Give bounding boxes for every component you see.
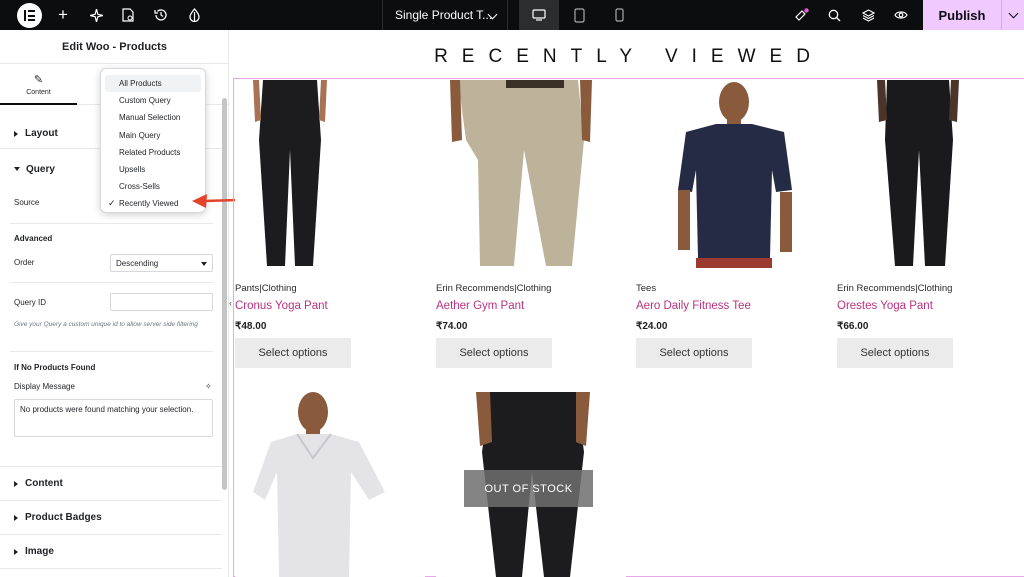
ai-sparkle-icon[interactable] bbox=[86, 0, 106, 30]
add-element-icon[interactable]: + bbox=[53, 0, 73, 30]
display-message-label: Display Message bbox=[14, 382, 75, 391]
dropdown-option[interactable]: Custom Query bbox=[101, 92, 205, 109]
product-name[interactable]: Aero Daily Fitness Tee bbox=[636, 300, 751, 312]
ai-sparkle-icon[interactable]: ✧ bbox=[205, 382, 212, 391]
panel-title: Edit Woo - Products bbox=[0, 30, 229, 64]
section-image[interactable]: Image bbox=[0, 535, 222, 569]
section-product-badges[interactable]: Product Badges bbox=[0, 501, 222, 535]
publish-options-button[interactable] bbox=[1001, 0, 1024, 30]
pencil-icon: ✎ bbox=[33, 73, 44, 86]
structure-layers-icon[interactable] bbox=[858, 0, 878, 30]
dropdown-option[interactable]: Upsells bbox=[101, 161, 205, 178]
product-name[interactable]: Orestes Yoga Pant bbox=[837, 300, 933, 312]
caret-right-icon bbox=[14, 130, 18, 137]
product-image[interactable] bbox=[235, 392, 425, 577]
select-options-button[interactable]: Select options bbox=[636, 338, 752, 368]
product-price: ₹48.00 bbox=[235, 321, 267, 332]
product-card: Pants|Clothing Cronus Yoga Pant ₹48.00 S… bbox=[235, 80, 425, 370]
product-price: ₹74.00 bbox=[436, 321, 468, 332]
dropdown-option[interactable]: All Products bbox=[105, 75, 201, 93]
caret-right-icon bbox=[14, 548, 18, 555]
elementor-logo-icon[interactable] bbox=[17, 3, 42, 28]
product-category: Erin Recommends|Clothing bbox=[436, 283, 552, 294]
history-icon[interactable] bbox=[151, 0, 171, 30]
tab-content[interactable]: ✎ Content bbox=[0, 65, 77, 105]
order-label: Order bbox=[14, 258, 35, 267]
product-price: ₹66.00 bbox=[837, 321, 869, 332]
search-icon[interactable] bbox=[824, 0, 844, 30]
section-content-label: Content bbox=[25, 478, 63, 489]
no-products-heading: If No Products Found bbox=[14, 363, 96, 372]
order-select[interactable]: Descending bbox=[110, 254, 213, 272]
select-options-button[interactable]: Select options bbox=[436, 338, 552, 368]
display-message-textarea[interactable]: No products were found matching your sel… bbox=[14, 399, 213, 437]
product-category: Pants|Clothing bbox=[235, 283, 297, 294]
product-name[interactable]: Cronus Yoga Pant bbox=[235, 300, 328, 312]
divider bbox=[10, 351, 213, 352]
chevron-down-icon bbox=[1008, 8, 1018, 18]
product-category: Tees bbox=[636, 283, 657, 294]
product-card: Erin Recommends|Clothing Aether Gym Pant… bbox=[436, 80, 626, 370]
dropdown-option[interactable]: Manual Selection bbox=[101, 109, 205, 126]
source-label: Source bbox=[14, 198, 40, 207]
section-layout-label: Layout bbox=[25, 128, 58, 139]
dropdown-option[interactable]: Main Query bbox=[101, 127, 205, 144]
checkmark-icon: ✓ bbox=[108, 198, 116, 209]
document-selector[interactable]: Single Product T... bbox=[382, 0, 508, 30]
preview-eye-icon[interactable] bbox=[891, 0, 911, 30]
caret-down-icon bbox=[201, 262, 207, 266]
product-card: Erin Recommends|Clothing Orestes Yoga Pa… bbox=[837, 80, 1024, 370]
out-of-stock-badge: OUT OF STOCK bbox=[464, 470, 593, 507]
divider bbox=[10, 282, 213, 283]
caret-right-icon bbox=[14, 514, 18, 521]
section-badges-label: Product Badges bbox=[25, 512, 102, 523]
product-image[interactable] bbox=[636, 80, 826, 268]
product-card: Tees Aero Daily Fitness Tee ₹24.00 Selec… bbox=[636, 80, 826, 370]
section-image-label: Image bbox=[25, 546, 54, 557]
collapse-panel-icon[interactable]: ‹ bbox=[229, 298, 232, 308]
notifications-icon[interactable] bbox=[790, 0, 812, 30]
caret-right-icon bbox=[14, 480, 18, 487]
product-name[interactable]: Aether Gym Pant bbox=[436, 300, 524, 312]
panel-scrollbar[interactable] bbox=[222, 98, 227, 490]
section-content[interactable]: Content bbox=[0, 467, 222, 501]
divider bbox=[10, 223, 213, 224]
section-query-label: Query bbox=[26, 163, 55, 175]
query-id-label: Query ID bbox=[14, 298, 47, 307]
product-price: ₹24.00 bbox=[636, 321, 668, 332]
advanced-heading: Advanced bbox=[14, 234, 53, 243]
tab-content-label: Content bbox=[26, 88, 51, 96]
product-category: Erin Recommends|Clothing bbox=[837, 283, 953, 294]
top-bar: + Single Product T... Publish bbox=[0, 0, 1024, 30]
document-title: Single Product T... bbox=[395, 8, 493, 22]
order-value: Descending bbox=[116, 258, 159, 268]
product-image[interactable] bbox=[235, 80, 425, 268]
product-image[interactable] bbox=[436, 80, 626, 268]
publish-button[interactable]: Publish bbox=[923, 0, 1001, 30]
desktop-view-icon[interactable] bbox=[519, 0, 559, 30]
query-id-input[interactable] bbox=[110, 293, 213, 311]
caret-down-icon bbox=[14, 167, 20, 171]
section-heading: RECENTLY VIEWED bbox=[434, 46, 824, 67]
page-settings-icon[interactable] bbox=[118, 0, 138, 30]
dropdown-option[interactable]: Related Products bbox=[101, 144, 205, 161]
select-options-button[interactable]: Select options bbox=[235, 338, 351, 368]
mobile-view-icon[interactable] bbox=[599, 0, 639, 30]
selected-option-label: Recently Viewed bbox=[119, 199, 179, 209]
select-options-button[interactable]: Select options bbox=[837, 338, 953, 368]
product-image[interactable] bbox=[837, 80, 1024, 268]
theme-style-icon[interactable] bbox=[184, 0, 204, 30]
query-id-help: Give your Query a custom unique id to al… bbox=[14, 321, 198, 328]
tablet-view-icon[interactable] bbox=[559, 0, 599, 30]
